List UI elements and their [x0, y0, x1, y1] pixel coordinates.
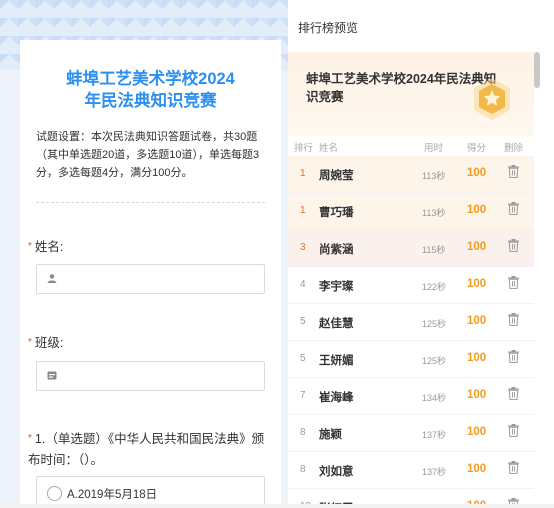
- time-cell: 113秒: [422, 171, 446, 181]
- user-icon: [47, 274, 57, 283]
- class-input[interactable]: [36, 361, 265, 391]
- score-cell: 100: [467, 204, 487, 216]
- trash-icon[interactable]: [508, 202, 519, 216]
- trash-icon[interactable]: [508, 276, 519, 290]
- name-cell: 施颖: [319, 429, 342, 441]
- col-header-delete: 删除: [504, 143, 524, 154]
- leaderboard-row: 1 周婉莹 113秒 100: [288, 156, 534, 193]
- form-title-line2: 年民法典知识竞赛: [84, 92, 217, 110]
- trash-icon[interactable]: [508, 350, 519, 364]
- leaderboard-row: 3 尚紫涵 115秒 100: [288, 230, 534, 267]
- trash-icon[interactable]: [508, 424, 519, 438]
- trash-icon[interactable]: [508, 239, 519, 253]
- required-asterisk: *: [28, 433, 32, 444]
- rank-cell: 5: [300, 316, 306, 327]
- leaderboard-row: 4 李宇璨 122秒 100: [288, 267, 534, 304]
- score-cell: 100: [467, 463, 487, 475]
- time-cell: 113秒: [422, 208, 446, 218]
- name-cell: 崔海峰: [319, 392, 354, 404]
- leaderboard-row: 8 刘如意 137秒 100: [288, 452, 534, 489]
- leaderboard-panel: 蚌埠工艺美术学校2024年民法典知识竞赛 排行 姓名 用时 得分 删除 1 周婉莹…: [288, 52, 534, 508]
- trophy-icon: [474, 78, 510, 120]
- class-card-icon: [47, 371, 57, 380]
- scrollbar-thumb[interactable]: [534, 52, 540, 88]
- trash-icon[interactable]: [508, 387, 519, 401]
- radio-button[interactable]: [47, 486, 62, 501]
- name-label-text: 姓名:: [34, 240, 64, 254]
- time-cell: 122秒: [422, 282, 447, 292]
- score-cell: 100: [467, 278, 487, 290]
- name-input[interactable]: [36, 264, 265, 294]
- class-field-label: * 班级:: [28, 332, 63, 351]
- col-header-rank: 排行: [294, 143, 314, 154]
- name-cell: 尚紫涵: [319, 244, 354, 256]
- rank-cell: 1: [300, 205, 306, 216]
- time-cell: 137秒: [422, 430, 447, 440]
- form-intro-text: 试题设置：本次民法典知识答题试卷，共30题（其中单选题20道，多选题10道），单…: [36, 131, 260, 179]
- score-cell: 100: [467, 241, 487, 253]
- rank-cell: 8: [300, 427, 306, 438]
- dashed-divider: [36, 202, 265, 203]
- bottom-edge: [0, 504, 554, 508]
- rank-cell: 1: [300, 168, 306, 179]
- time-cell: 125秒: [422, 319, 447, 329]
- question-1: * 1.（单选题）《中华人民共和国民法典》颁布时间：（）。: [28, 428, 268, 471]
- name-cell: 王妍媚: [319, 355, 354, 367]
- time-cell: 137秒: [422, 467, 447, 477]
- col-header-time: 用时: [424, 143, 444, 154]
- required-asterisk: *: [28, 337, 32, 348]
- leaderboard-row: 5 王妍媚 125秒 100: [288, 341, 534, 378]
- leaderboard-row: 7 崔海峰 134秒 100: [288, 378, 534, 415]
- trash-icon[interactable]: [508, 461, 519, 475]
- leaderboard-row: 5 赵佳慧 125秒 100: [288, 304, 534, 341]
- class-label-text: 班级:: [34, 336, 64, 350]
- name-field-label: * 姓名:: [28, 236, 63, 255]
- form-title-line1: 蚌埠工艺美术学校2024: [66, 70, 235, 88]
- rank-cell: 7: [300, 390, 306, 401]
- score-cell: 100: [467, 352, 487, 364]
- rank-cell: 3: [300, 242, 306, 253]
- quiz-form-card: 蚌埠工艺美术学校2024 年民法典知识竞赛 试题设置：本次民法典知识答题试卷，共…: [20, 40, 281, 508]
- required-asterisk: *: [28, 241, 32, 252]
- name-cell: 刘如意: [319, 466, 354, 478]
- time-cell: 125秒: [422, 356, 447, 366]
- rank-cell: 5: [300, 353, 306, 364]
- form-title: 蚌埠工艺美术学校2024 年民法典知识竞赛: [20, 68, 281, 112]
- name-cell: 赵佳慧: [319, 318, 354, 330]
- score-cell: 100: [467, 426, 487, 438]
- col-header-name: 姓名: [319, 143, 339, 154]
- name-cell: 李宇璨: [319, 281, 354, 293]
- time-cell: 134秒: [422, 393, 447, 403]
- leaderboard-row: 1 曹巧璠 113秒 100: [288, 193, 534, 230]
- rank-cell: 8: [300, 464, 306, 475]
- option-a-label: A.2019年5月18日: [67, 489, 158, 501]
- name-cell: 曹巧璠: [319, 207, 354, 219]
- score-cell: 100: [467, 167, 487, 179]
- leaderboard-preview-label: 排行榜预览: [298, 21, 359, 35]
- rank-cell: 4: [300, 279, 306, 290]
- score-cell: 100: [467, 389, 487, 401]
- question-1-text: 1.（单选题）《中华人民共和国民法典》颁布时间：（）。: [28, 432, 265, 467]
- col-header-score: 得分: [467, 143, 487, 154]
- score-cell: 100: [467, 315, 487, 327]
- name-cell: 周婉莹: [319, 170, 354, 182]
- leaderboard-header: 蚌埠工艺美术学校2024年民法典知识竞赛: [288, 52, 534, 136]
- trash-icon[interactable]: [508, 313, 519, 327]
- leaderboard-row: 8 施颖 137秒 100: [288, 415, 534, 452]
- trash-icon[interactable]: [508, 165, 519, 179]
- time-cell: 115秒: [422, 245, 446, 255]
